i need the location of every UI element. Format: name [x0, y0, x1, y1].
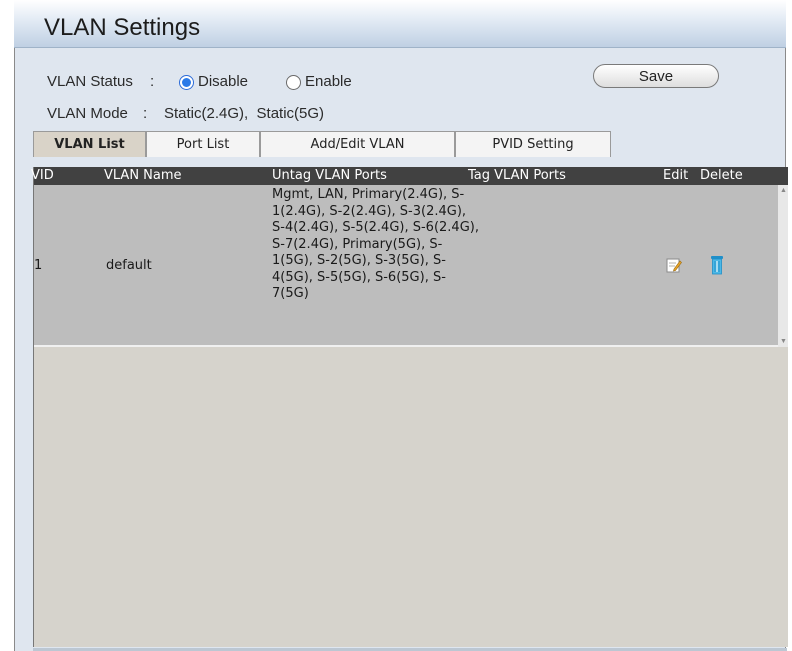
row-vlan-name: default: [106, 258, 152, 273]
title-bar: VLAN Settings: [14, 0, 786, 48]
tab-pvid-setting[interactable]: PVID Setting: [455, 131, 611, 157]
disable-radio[interactable]: [179, 75, 194, 90]
row-untag-ports: Mgmt, LAN, Primary(2.4G), S-1(2.4G), S-2…: [272, 187, 479, 301]
col-edit: Edit: [663, 168, 689, 183]
trash-icon[interactable]: [710, 255, 724, 279]
col-vid: VID: [31, 168, 54, 183]
row-vid: 1: [34, 258, 43, 273]
scroll-up-icon[interactable]: ▲: [780, 187, 787, 194]
enable-radio-label[interactable]: Enable: [305, 73, 352, 90]
vlan-status-label: VLAN Status: [47, 73, 133, 90]
vlan-mode-label: VLAN Mode: [47, 105, 128, 122]
vlan-mode-value: Static(2.4G), Static(5G): [164, 105, 325, 122]
table-header: VID VLAN Name Untag VLAN Ports Tag VLAN …: [31, 167, 788, 185]
col-tag-ports: Tag VLAN Ports: [468, 168, 566, 183]
tab-vlan-list[interactable]: VLAN List: [33, 131, 146, 157]
col-vlan-name: VLAN Name: [104, 168, 182, 183]
scroll-down-icon[interactable]: ▼: [780, 338, 787, 345]
page-title: VLAN Settings: [44, 14, 201, 41]
disable-radio-label[interactable]: Disable: [198, 73, 248, 90]
table-scrollbar[interactable]: ▲ ▼: [778, 185, 788, 347]
save-button[interactable]: Save: [593, 64, 719, 88]
edit-icon[interactable]: [666, 257, 682, 277]
enable-radio[interactable]: [286, 75, 301, 90]
col-delete: Delete: [700, 168, 743, 183]
vlan-mode-separator: :: [143, 105, 148, 122]
col-untag-ports: Untag VLAN Ports: [272, 168, 387, 183]
vlan-status-separator: :: [150, 73, 155, 90]
tab-add-edit-vlan[interactable]: Add/Edit VLAN: [260, 131, 455, 157]
vlan-table: VID VLAN Name Untag VLAN Ports Tag VLAN …: [31, 167, 788, 647]
tab-port-list[interactable]: Port List: [146, 131, 260, 157]
table-row[interactable]: 1 default Mgmt, LAN, Primary(2.4G), S-1(…: [34, 185, 778, 347]
